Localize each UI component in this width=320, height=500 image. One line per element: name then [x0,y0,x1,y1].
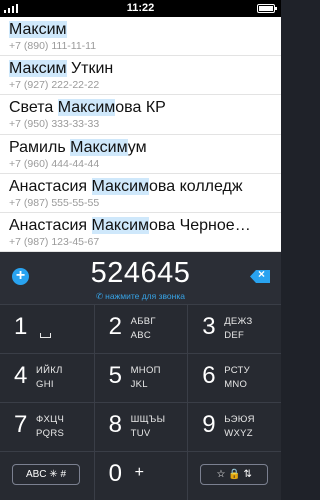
symbols-button[interactable]: ☆ 🔒 ⇅ [200,464,269,485]
key-symbols[interactable]: ☆ 🔒 ⇅ [187,452,281,500]
key-letters-latin: GHI [36,379,54,390]
key-letters-latin: ABC [130,330,152,341]
key-8[interactable]: 8 ШЩЪЫ TUV [93,403,188,452]
contact-row[interactable]: Максим +7 (890) 111-11-11 [0,17,281,57]
keypad-row: 7 ФХЦЧ PQRS 8 ШЩЪЫ TUV 9 ЬЭЮЯ WXYZ [0,402,281,452]
call-hint[interactable]: ✆ нажмите для звонка [0,291,281,302]
contact-name-match: Максим [70,138,128,156]
key-letters-latin: TUV [130,428,151,439]
contact-name-suffix: Уткин [66,60,114,78]
key-digit: 9 [202,411,216,438]
contact-name-match: Максим [91,216,150,234]
key-letters-cyrillic: ДЕЖЗ [224,316,253,327]
space-icon [40,333,51,338]
abc-toggle-button[interactable]: ABC ✳ # [12,464,80,485]
key-letters-latin: JKL [130,379,148,390]
key-letters-cyrillic: МНОП [130,365,161,376]
keypad-row: ABC ✳ # 0 + ☆ 🔒 ⇅ [0,451,281,500]
dialed-number: 524645 [90,257,191,289]
contact-phone: +7 (950) 333-33-33 [9,118,100,131]
contact-phone: +7 (927) 222-22-22 [9,79,100,92]
key-digit: 5 [108,362,122,389]
key-abc-toggle[interactable]: ABC ✳ # [0,452,94,500]
key-digit: 1 [14,313,28,340]
contact-phone: +7 (960) 444-44-44 [9,157,100,170]
key-digit: 4 [14,362,28,389]
status-bar: 11:22 [0,0,281,17]
key-letters-latin: DEF [224,330,245,341]
contact-name-match: Максим [9,21,67,38]
contact-name-prefix: Рамиль [9,138,71,156]
contact-phone: +7 (890) 111-11-11 [9,40,97,52]
key-9[interactable]: 9 ЬЭЮЯ WXYZ [187,403,281,452]
contact-name-suffix: ум [127,138,147,156]
key-letters-cyrillic: АБВГ [130,316,156,327]
battery-icon [257,4,277,13]
phone-icon: ✆ [96,291,104,301]
call-hint-label: нажмите для звонка [105,291,185,301]
dialer-panel: + 524645 ✆нажмите для звонка 1 2 АБВГ AB… [0,252,281,500]
contact-name-match: Максим [57,99,116,117]
key-letters-cyrillic: ФХЦЧ [36,414,65,425]
key-letters-cyrillic: ИЙКЛ [36,365,63,376]
contact-name-prefix: Света [9,99,58,117]
key-digit: 0 [108,460,122,487]
status-time: 11:22 [126,2,155,14]
contact-name-suffix: ова КР [115,99,166,117]
contact-name-match: Максим [91,177,150,195]
key-letters-cyrillic: ШЩЪЫ [130,414,166,425]
key-digit: 8 [108,411,122,438]
key-3[interactable]: 3 ДЕЖЗ DEF [187,305,281,354]
contact-phone: +7 (987) 123-45-67 [9,235,100,248]
keypad: 1 2 АБВГ ABC 3 ДЕЖЗ DEF 4 ИЙКЛ GHI 5 МНО… [0,304,281,500]
plus-label: + [134,464,144,481]
key-letters-cyrillic: ЬЭЮЯ [224,414,255,425]
contact-row[interactable]: Анастасия Максимова Черное… +7 (987) 123… [0,213,281,252]
key-letters-latin: MNO [224,379,248,390]
contact-phone: +7 (987) 555-55-55 [9,196,100,209]
key-2[interactable]: 2 АБВГ ABC [93,305,188,354]
contact-row[interactable]: Рамиль Максимум +7 (960) 444-44-44 [0,135,281,174]
key-1[interactable]: 1 [0,305,94,354]
key-digit: 7 [14,411,28,438]
key-7[interactable]: 7 ФХЦЧ PQRS [0,403,94,452]
key-0[interactable]: 0 + [93,452,188,500]
contact-name-prefix: Анастасия [9,216,92,234]
keypad-row: 1 2 АБВГ ABC 3 ДЕЖЗ DEF [0,304,281,354]
contact-name-suffix: ова колледж [149,177,243,195]
key-letters-cyrillic: РСТУ [224,365,251,376]
contact-row[interactable]: Анастасия Максимова колледж +7 (987) 555… [0,174,281,213]
contact-name-suffix: ова Черное… [149,216,251,234]
key-digit: 6 [202,362,216,389]
contact-list[interactable]: Максим +7 (890) 111-11-11 Максим Уткин +… [0,17,281,252]
key-6[interactable]: 6 РСТУ MNO [187,354,281,403]
key-letters-latin: WXYZ [224,428,253,439]
key-digit: 3 [202,313,216,340]
contact-name-match: Максим [9,60,67,78]
key-digit: 2 [108,313,122,340]
keypad-row: 4 ИЙКЛ GHI 5 МНОП JKL 6 РСТУ MNO [0,353,281,403]
contact-row[interactable]: Света Максимова КР +7 (950) 333-33-33 [0,95,281,135]
contact-row[interactable]: Максим Уткин +7 (927) 222-22-22 [0,56,281,96]
contact-name-prefix: Анастасия [9,177,92,195]
key-5[interactable]: 5 МНОП JKL [93,354,188,403]
key-4[interactable]: 4 ИЙКЛ GHI [0,354,94,403]
key-letters-latin: PQRS [36,428,65,439]
number-display[interactable]: + 524645 ✆ нажмите для звонка [0,252,281,304]
